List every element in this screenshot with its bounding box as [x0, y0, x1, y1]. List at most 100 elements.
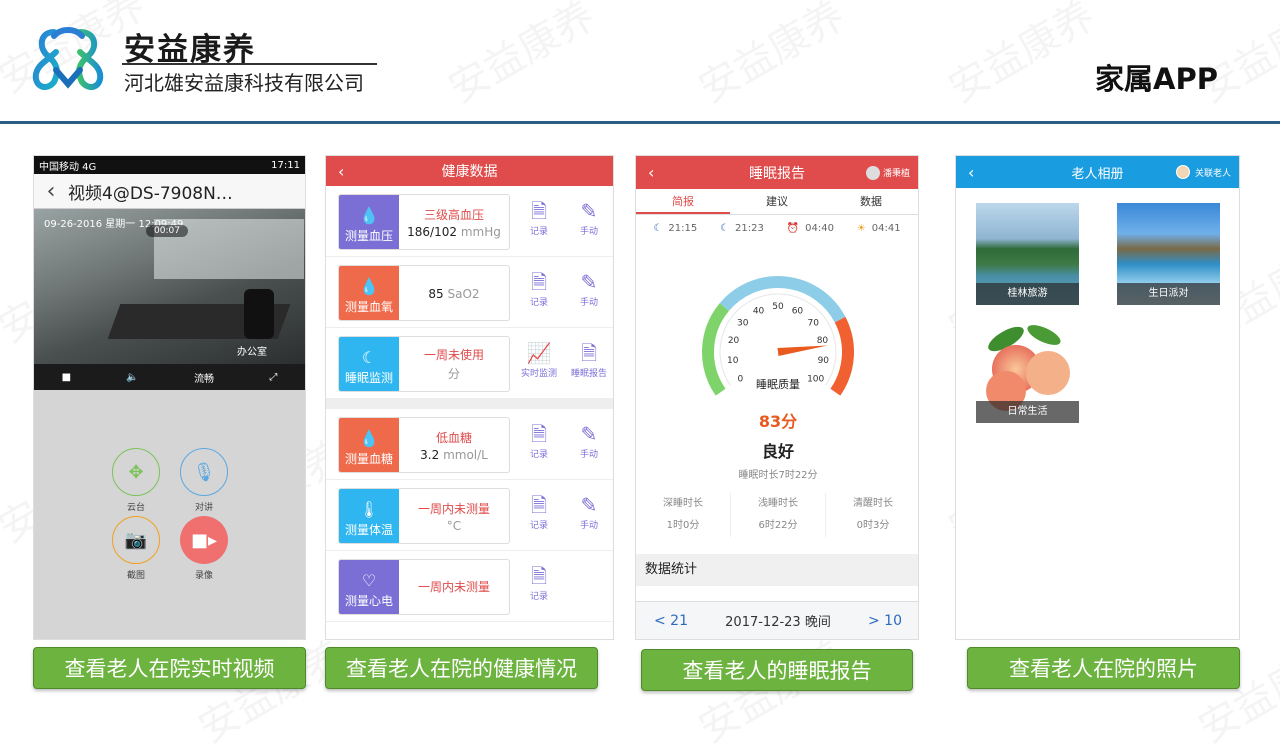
manual-button[interactable]: ✎ 手动: [569, 492, 609, 531]
album-screen: ‹ 老人相册 关联老人 桂林旅游 生日派对 日常生活: [955, 155, 1240, 640]
health-measure-card[interactable]: 💧 测量血糖 低血糖 3.2 mmol/L: [338, 417, 510, 473]
live-video-feed[interactable]: 09-26-2016 星期一 12:09:49 00:07 办公室: [34, 209, 305, 364]
measure-button[interactable]: ☾ 睡眠监测: [339, 337, 399, 391]
heart-icon: ♡: [361, 571, 377, 590]
album-daily[interactable]: 日常生活: [976, 321, 1079, 423]
screenshot-label: 截图: [126, 571, 145, 581]
health-measure-card[interactable]: 💧 测量血压 三级高血压 186/102 mmHg: [338, 194, 510, 250]
chart-icon: 📈: [526, 341, 552, 365]
measure-label: 测量体温: [344, 523, 393, 537]
quality-button[interactable]: 流畅: [194, 370, 214, 385]
record-button[interactable]: 🗎 记录: [519, 563, 559, 602]
prev-day-button[interactable]: < 21: [654, 613, 688, 629]
manual-button[interactable]: ✎ 手动: [569, 269, 609, 308]
back-icon[interactable]: ‹: [968, 163, 974, 182]
blood-pressure-icon: 💧: [359, 206, 379, 225]
album-guilin[interactable]: 桂林旅游: [976, 203, 1079, 305]
measure-label: 测量血氧: [344, 300, 393, 314]
gauge-tick-label: 90: [818, 356, 830, 366]
measure-button[interactable]: 🌡 测量体温: [339, 489, 399, 543]
caption-sleep: 查看老人的睡眠报告: [641, 649, 913, 691]
tab-advice[interactable]: 建议: [730, 189, 824, 214]
linked-elder-button[interactable]: 关联老人: [1175, 165, 1231, 179]
measure-value: 一周内未测量: [399, 560, 509, 614]
stop-icon[interactable]: ■: [62, 372, 71, 383]
record-button[interactable]: 🗎 记录: [519, 269, 559, 308]
gauge-tick-label: 30: [737, 318, 749, 328]
health-screen: ‹ 健康数据 💧 测量血压 三级高血压 186/102 mmHg 🗎 记录 ✎ 手动 💧 测量血氧…: [325, 155, 614, 640]
measure-label: 测量血糖: [344, 452, 393, 466]
blood-oxygen-icon: 💧: [359, 277, 379, 296]
measure-button[interactable]: ♡ 测量心电: [339, 560, 399, 614]
measure-value: 一周内未测量 °C: [399, 489, 509, 543]
gauge-arc-low: [702, 303, 730, 396]
user-chip[interactable]: 潘秉植: [865, 165, 910, 180]
video-navbar: ‹ 视频4@DS-7908N…: [34, 174, 305, 209]
microphone-icon: 🎙: [180, 448, 228, 496]
sleep-score: 83分: [758, 412, 798, 431]
record-control[interactable]: ■▸ 录像: [174, 516, 234, 581]
gauge-needle: [777, 345, 828, 356]
sleep-quality-text: 良好: [761, 442, 794, 461]
measure-value: 85 SaO2: [399, 266, 509, 320]
gauge-arc-mid: [719, 276, 846, 323]
health-measure-card[interactable]: 💧 测量血氧 85 SaO2: [338, 265, 510, 321]
status-text: 低血糖: [435, 430, 472, 445]
record-button[interactable]: 📈 实时监测: [519, 340, 559, 379]
measure-button[interactable]: 💧 测量血糖: [339, 418, 399, 472]
manual-button[interactable]: ✎ 手动: [569, 421, 609, 460]
volume-icon[interactable]: 🔈: [126, 372, 138, 383]
health-measure-card[interactable]: ♡ 测量心电 一周内未测量: [338, 559, 510, 615]
record-button[interactable]: 🗎 记录: [519, 198, 559, 237]
album-birthday[interactable]: 生日派对: [1117, 203, 1220, 305]
room-label: 办公室: [237, 347, 267, 358]
back-icon[interactable]: ‹: [34, 179, 68, 204]
back-icon[interactable]: ‹: [338, 162, 344, 181]
talk-control[interactable]: 🎙 对讲: [174, 448, 234, 513]
video-title: 视频4@DS-7908N…: [68, 183, 233, 204]
document-icon: 🗎: [530, 564, 548, 588]
gauge-tick-label: 80: [817, 336, 829, 346]
measure-label: 测量心电: [344, 594, 393, 608]
manual-button[interactable]: ✎ 手动: [569, 198, 609, 237]
tab-brief[interactable]: 简报: [636, 189, 730, 214]
linked-elder-label: 关联老人: [1194, 168, 1231, 179]
section-gap: [326, 399, 613, 409]
health-row: 💧 测量血糖 低血糖 3.2 mmol/L 🗎 记录 ✎ 手动: [326, 409, 613, 480]
status-text: 一周内未测量: [417, 579, 490, 594]
document-icon: 🗎: [530, 422, 548, 446]
header: 安益康养 河北雄安益康科技有限公司 家属APP: [0, 0, 1280, 120]
avatar: [865, 165, 880, 180]
ptz-control[interactable]: ✥ 云台: [106, 448, 166, 513]
sleep-stats: 深睡时长 1时0分 浅睡时长 6时22分 清醒时长 0时3分: [636, 493, 918, 537]
sun-icon: ☀: [856, 222, 866, 234]
alarm-icon: ⏰: [786, 222, 800, 234]
manual-button[interactable]: 🗎 睡眠报告: [569, 340, 609, 379]
health-row: ♡ 测量心电 一周内未测量 🗎 记录: [326, 551, 613, 622]
back-icon[interactable]: ‹: [648, 163, 654, 182]
gauge-tick-label: 50: [772, 302, 784, 312]
next-day-button[interactable]: > 10: [868, 613, 902, 629]
document-icon: 🗎: [530, 493, 548, 517]
measure-button[interactable]: 💧 测量血氧: [339, 266, 399, 320]
screenshot-control[interactable]: 📷 截图: [106, 516, 166, 581]
talk-label: 对讲: [194, 503, 213, 513]
avatar: [1175, 165, 1190, 179]
clock-label: 17:11: [271, 159, 300, 171]
health-measure-card[interactable]: ☾ 睡眠监测 一周未使用 分: [338, 336, 510, 392]
moon-icon: ☾: [653, 222, 663, 234]
measure-label: 测量血压: [344, 229, 393, 243]
gauge-tick-label: 10: [727, 356, 739, 366]
health-row: 💧 测量血氧 85 SaO2 🗎 记录 ✎ 手动: [326, 257, 613, 328]
health-row: 💧 测量血压 三级高血压 186/102 mmHg 🗎 记录 ✎ 手动: [326, 186, 613, 257]
sleep-icon: ☾: [361, 348, 377, 367]
chair-shape: [244, 289, 274, 339]
record-button[interactable]: 🗎 记录: [519, 421, 559, 460]
current-date: 2017-12-23 晚间: [725, 615, 831, 630]
health-measure-card[interactable]: 🌡 测量体温 一周内未测量 °C: [338, 488, 510, 544]
fullscreen-icon[interactable]: ⤢: [269, 372, 277, 383]
record-button[interactable]: 🗎 记录: [519, 492, 559, 531]
tab-data[interactable]: 数据: [824, 189, 918, 214]
measure-button[interactable]: 💧 测量血压: [339, 195, 399, 249]
camera-icon: 📷: [112, 516, 160, 564]
